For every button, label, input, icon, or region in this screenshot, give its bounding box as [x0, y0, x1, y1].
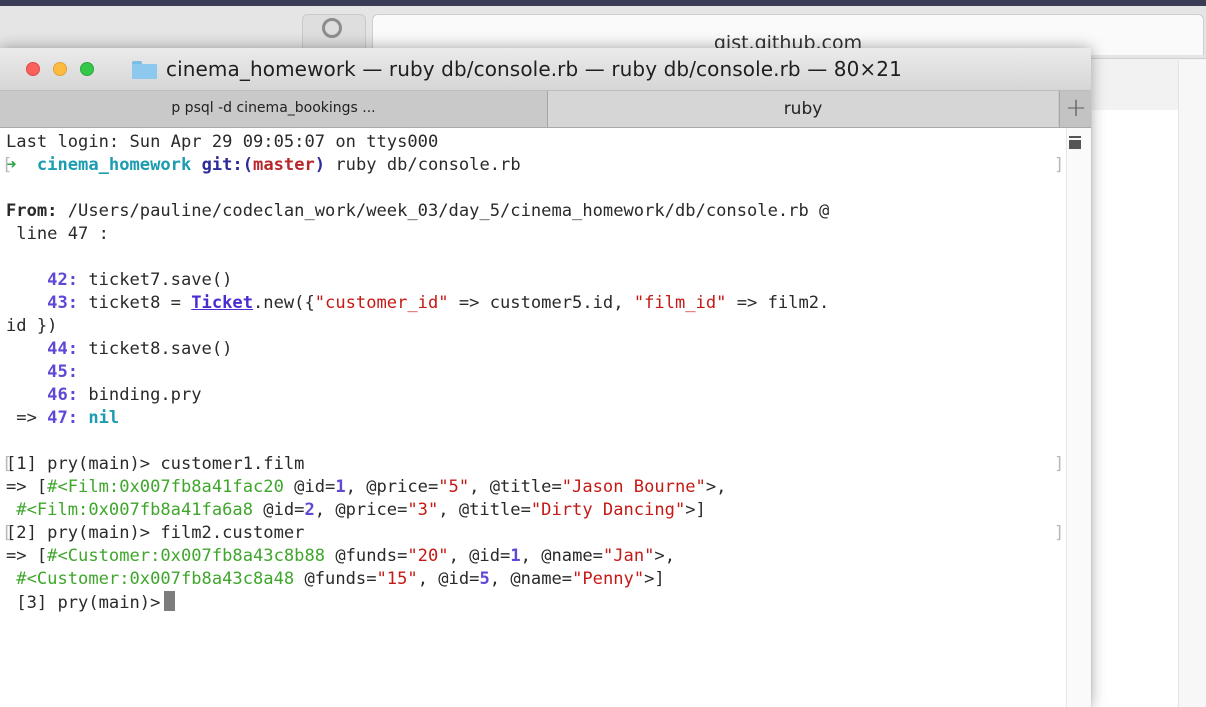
result-line: => [#<Film:0x007fb8a41fac20 @id=1, @pric…	[6, 477, 727, 497]
code-line-45: 45:	[47, 362, 79, 382]
mark-bracket: ]	[1054, 523, 1065, 543]
from-line: From: /Users/pauline/codeclan_work/week_…	[6, 201, 830, 221]
result-line: => [#<Customer:0x007fb8a43c8b88 @funds="…	[6, 546, 676, 566]
code-line-43-wrap: id })	[6, 316, 58, 336]
folder-icon	[132, 61, 157, 79]
code-line-47: => 47: nil	[6, 408, 120, 428]
code-line-42: 42: ticket7.save()	[47, 270, 233, 290]
result-line: #<Customer:0x007fb8a43c8a48 @funds="15",…	[16, 569, 665, 589]
mark-bracket: ]	[1054, 155, 1065, 175]
shell-prompt-line: [➜ cinema_homework git:(master) ruby db/…	[2, 155, 521, 175]
title-bar[interactable]: cinema_homework — ruby db/console.rb — r…	[0, 48, 1091, 91]
pry-prompt-1: [[1] pry(main)> customer1.film	[2, 454, 305, 474]
pry-prompt-2: [[2] pry(main)> film2.customer	[2, 523, 305, 543]
login-line: Last login: Sun Apr 29 09:05:07 on ttys0…	[6, 132, 439, 152]
pry-prompt-3: [3] pry(main)>	[6, 591, 176, 614]
terminal-scrollbar[interactable]	[1066, 128, 1091, 707]
from-line-number: line 47 :	[6, 224, 109, 244]
github-icon	[322, 18, 342, 38]
zoom-button[interactable]	[80, 62, 94, 76]
mark-bracket: ]	[1054, 454, 1065, 474]
close-button[interactable]	[26, 62, 40, 76]
code-line-46: 46: binding.pry	[47, 385, 202, 405]
browser-scrollbar[interactable]	[1178, 60, 1206, 707]
tab-bar: p psql -d cinema_bookings ... ruby +	[0, 91, 1091, 128]
new-tab-button[interactable]: +	[1059, 91, 1091, 127]
result-line: #<Film:0x007fb8a41fa6a8 @id=2, @price="3…	[16, 500, 706, 520]
tab-psql[interactable]: p psql -d cinema_bookings ...	[0, 91, 548, 127]
tab-ruby[interactable]: ruby	[548, 91, 1058, 127]
code-line-43: 43: ticket8 = Ticket.new({"customer_id" …	[47, 293, 830, 313]
scrollbar-menu-icon[interactable]	[1068, 136, 1082, 149]
tab-label: p psql -d cinema_bookings ...	[171, 100, 376, 116]
window-title: cinema_homework — ruby db/console.rb — r…	[166, 57, 902, 81]
minimize-button[interactable]	[53, 62, 67, 76]
terminal-window: cinema_homework — ruby db/console.rb — r…	[0, 48, 1091, 707]
code-line-44: 44: ticket8.save()	[47, 339, 233, 359]
tab-label: ruby	[783, 99, 823, 119]
terminal-output[interactable]: Last login: Sun Apr 29 09:05:07 on ttys0…	[0, 128, 1066, 707]
plus-icon: +	[1065, 93, 1087, 123]
text-cursor	[164, 591, 176, 611]
